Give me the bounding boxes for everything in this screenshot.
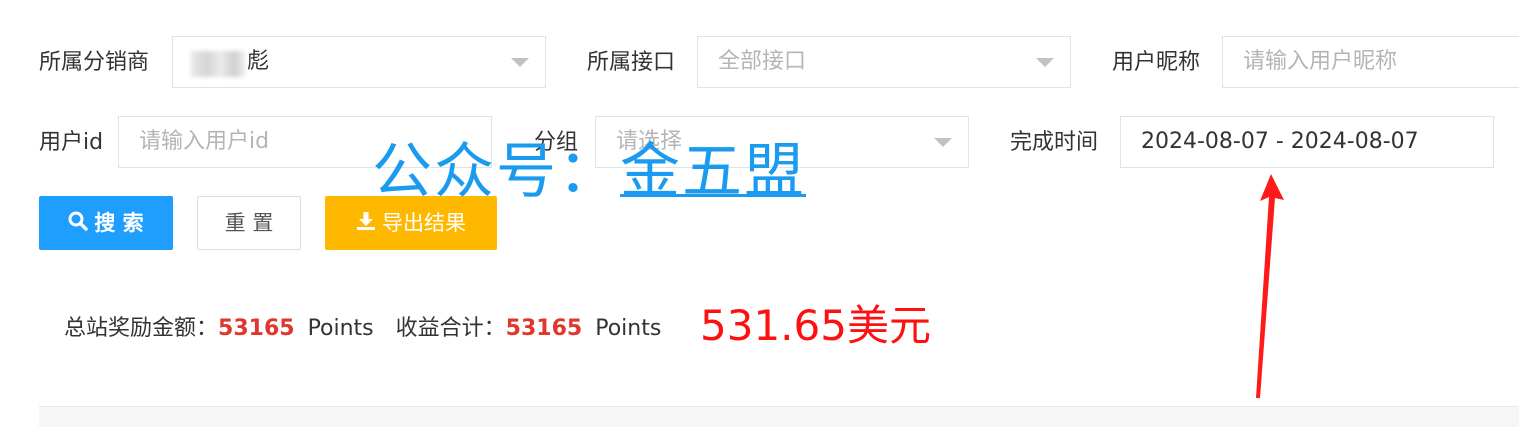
- finish-time-label: 完成时间: [1010, 130, 1099, 155]
- search-icon: [68, 197, 89, 251]
- distributor-label: 所属分销商: [39, 50, 150, 75]
- income-total-unit: Points: [595, 316, 662, 341]
- reward-total-value: 53165: [218, 316, 295, 341]
- red-arrow-icon: [1256, 174, 1284, 398]
- summary-line: 总站奖励金额：53165 Points 收益合计：53165 Points: [64, 313, 661, 345]
- watermark-name: 金五盟: [620, 137, 806, 207]
- results-table-header: [39, 406, 1519, 427]
- user-id-placeholder: 请输入用户id: [139, 129, 270, 154]
- nickname-label: 用户昵称: [1112, 50, 1201, 75]
- caret-down-icon: [1036, 58, 1054, 67]
- interface-select[interactable]: 全部接口: [697, 36, 1071, 88]
- reward-total-label: 总站奖励金额：: [64, 316, 219, 341]
- interface-placeholder: 全部接口: [718, 49, 807, 74]
- search-button[interactable]: 搜 索: [39, 196, 173, 250]
- watermark-text: 公众号：金五盟: [372, 137, 806, 207]
- distributor-value: 彪: [247, 49, 270, 74]
- finish-time-value: 2024-08-07 - 2024-08-07: [1141, 129, 1419, 154]
- export-button-label: 导出结果: [382, 211, 466, 235]
- nickname-placeholder: 请输入用户昵称: [1243, 49, 1398, 74]
- user-id-label: 用户id: [39, 130, 104, 155]
- finish-time-range-input[interactable]: 2024-08-07 - 2024-08-07: [1120, 116, 1494, 168]
- watermark-prefix: 公众号：: [372, 137, 620, 207]
- usd-amount-annotation: 531.65美元: [700, 301, 931, 350]
- reset-button-label: 重 置: [224, 211, 274, 235]
- caret-down-icon: [934, 138, 952, 147]
- reward-total-unit: Points: [307, 316, 374, 341]
- nickname-input[interactable]: 请输入用户昵称: [1222, 36, 1519, 88]
- caret-down-icon: [511, 58, 529, 67]
- search-button-label: 搜 索: [94, 211, 144, 235]
- distributor-select[interactable]: 彪: [172, 36, 546, 88]
- income-total-label: 收益合计：: [395, 316, 506, 341]
- interface-label: 所属接口: [587, 50, 676, 75]
- distributor-reward-page: 所属分销商 彪 所属接口 全部接口 用户昵称 请输入用户昵称 用户id 请输入用…: [0, 0, 1519, 427]
- reset-button[interactable]: 重 置: [197, 196, 301, 250]
- redacted-distributor-name: [191, 51, 245, 77]
- income-total-value: 53165: [505, 316, 583, 341]
